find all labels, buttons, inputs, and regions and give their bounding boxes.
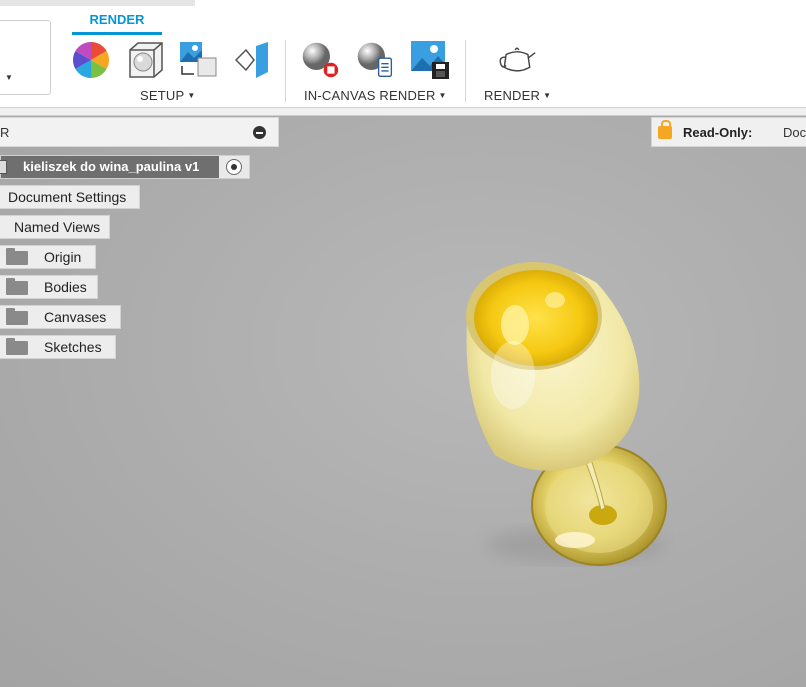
chevron-down-icon: ▼ [543,91,552,100]
root-component-label: kieliszek do wina_paulina v1 [0,156,219,178]
browser-item-canvases[interactable]: Canvases [0,305,121,329]
in-canvas-render-label: IN-CANVAS RENDER [304,88,436,103]
setup-group-label[interactable]: SETUP ▼ [140,88,195,103]
browser-item-label: Sketches [44,339,102,355]
collapse-browser-icon[interactable] [253,126,266,139]
folder-icon [6,308,28,325]
browser-item-named-views[interactable]: Named Views [0,215,110,239]
folder-icon [6,248,28,265]
render-group-label[interactable]: RENDER ▼ [484,88,551,103]
toolbar: R ▼ RENDER SETUP▼ [0,0,806,108]
tab-render[interactable]: RENDER [72,12,162,27]
component-icon [0,160,7,174]
appearance-icon[interactable] [124,40,164,80]
folder-icon [6,278,28,295]
separator [285,40,286,102]
browser-item-document-settings[interactable]: Document Settings [0,185,140,209]
browser-item-label: Bodies [44,279,87,295]
chevron-down-icon: ▼ [187,91,196,100]
browser-item-label: Origin [44,249,82,265]
activate-radio-icon[interactable] [226,159,242,175]
active-tab-indicator [72,32,162,35]
browser-item-label: Document Settings [8,189,127,205]
capture-image-icon[interactable] [410,40,450,80]
environment-icon[interactable] [178,40,218,80]
toolbar-top-strip [0,0,195,6]
wine-glass-render [466,262,667,566]
scene-settings-icon[interactable] [71,40,111,80]
browser-title: R [0,125,10,140]
root-component-name: kieliszek do wina_paulina v1 [23,159,200,174]
in-canvas-render-icon[interactable] [300,40,340,80]
read-only-value: Doc [783,125,806,140]
chevron-down-icon: ▼ [5,73,13,82]
chevron-down-icon: ▼ [438,91,447,100]
workspace-switcher[interactable]: R ▼ [0,20,51,95]
browser-item-origin[interactable]: Origin [0,245,96,269]
browser-item-label: Named Views [14,219,101,235]
separator [465,40,466,102]
in-canvas-settings-icon[interactable] [355,40,395,80]
setup-label: SETUP [140,88,185,103]
toolbar-divider [0,108,806,116]
read-only-badge: Read-Only: Doc [651,117,806,147]
browser-item-label: Canvases [44,309,107,325]
render-label: RENDER [484,88,541,103]
folder-icon [6,338,28,355]
browser-item-bodies[interactable]: Bodies [0,275,98,299]
in-canvas-render-group-label[interactable]: IN-CANVAS RENDER ▼ [304,88,447,103]
lock-icon [658,120,672,139]
read-only-label: Read-Only: [683,125,753,140]
texture-map-icon[interactable] [232,40,272,80]
browser-header: R [0,117,279,147]
browser-item-sketches[interactable]: Sketches [0,335,116,359]
browser-root-node[interactable]: kieliszek do wina_paulina v1 [0,155,250,179]
render-teapot-icon[interactable] [497,40,537,80]
